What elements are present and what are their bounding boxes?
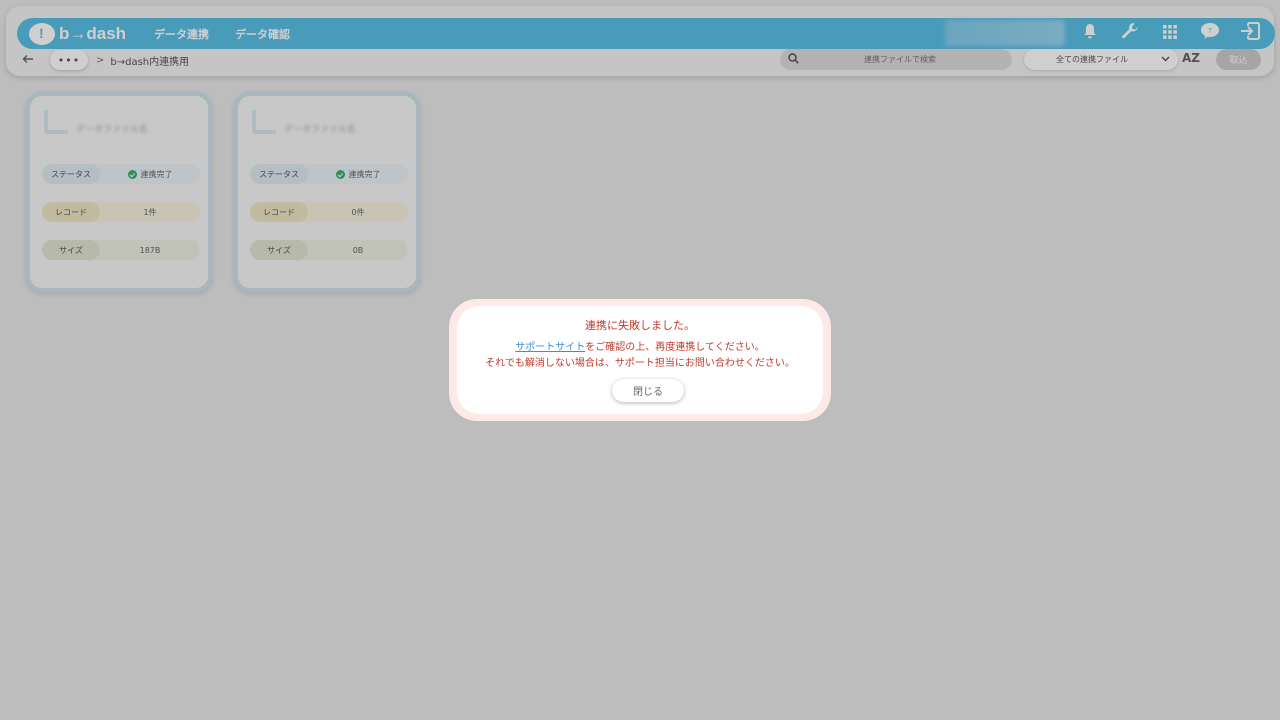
error-dialog: 連携に失敗しました。 サポートサイトをご確認の上、再度連携してください。 それで…	[449, 299, 831, 421]
error-dialog-body: 連携に失敗しました。 サポートサイトをご確認の上、再度連携してください。 それで…	[457, 306, 823, 414]
error-message-line1: サポートサイトをご確認の上、再度連携してください。	[457, 338, 823, 353]
close-button[interactable]: 閉じる	[612, 379, 684, 402]
error-message-line2: それでも解消しない場合は、サポート担当にお問い合わせください。	[485, 358, 795, 369]
support-site-link[interactable]: サポートサイト	[515, 342, 585, 353]
error-message-line1-text: をご確認の上、再度連携してください。	[585, 342, 765, 353]
error-title: 連携に失敗しました。	[585, 319, 695, 332]
